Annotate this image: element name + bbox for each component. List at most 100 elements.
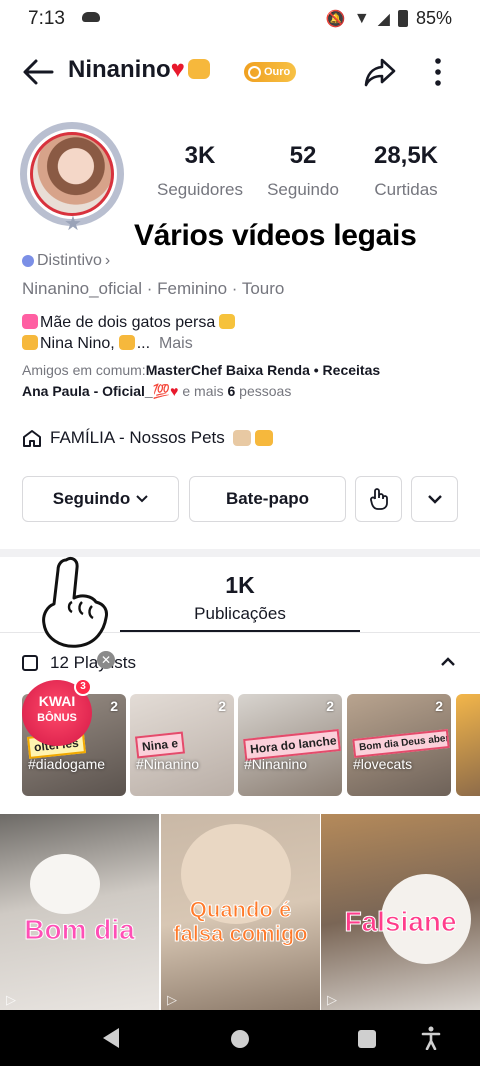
- poke-button[interactable]: [355, 476, 402, 522]
- playlist-sticker: Bom dia Deus abençoe: [352, 729, 450, 758]
- playlist-card[interactable]: 2 Bom dia Deus abençoe #lovecats: [347, 694, 451, 796]
- likes-count: 28,5K: [373, 142, 439, 169]
- distintivo-link[interactable]: Distintivo ›: [22, 252, 110, 270]
- signal-icon: ◢: [377, 10, 390, 28]
- video-thumbnail[interactable]: Quando é falsa comigo ▷: [161, 814, 320, 1010]
- followers-count: 3K: [184, 142, 216, 169]
- chevron-down-icon: [427, 495, 442, 504]
- playlists-count-label: 12 Playlists: [50, 653, 136, 672]
- mutual-friends-suffix-2: pessoas: [235, 383, 292, 399]
- cat-emoji-icon: [254, 430, 273, 446]
- kwai-bonus-badge[interactable]: KWAI BÔNUS 3: [22, 678, 92, 746]
- stat-likes[interactable]: 28,5K Curtidas: [360, 142, 452, 200]
- distintivo-label: Distintivo: [37, 252, 102, 269]
- following-button[interactable]: Seguindo: [22, 476, 179, 522]
- pointing-hand-icon: [42, 556, 108, 648]
- mute-icon: 🔕: [325, 10, 346, 28]
- following-count: 52: [289, 142, 317, 169]
- play-count-icon: ▷: [167, 992, 177, 1007]
- close-overlay-icon[interactable]: ✕: [97, 651, 115, 669]
- mutual-friends[interactable]: Amigos em comum:MasterChef Baixa Renda •…: [22, 360, 462, 402]
- bio-line-2: Nina Nino,: [40, 335, 115, 352]
- status-icons: 🔕 ▼ ◢ 85%: [326, 8, 452, 29]
- mutual-friends-prefix: Amigos em comum:: [22, 362, 146, 378]
- more-options-icon[interactable]: [420, 52, 456, 92]
- dog-emoji-icon: [232, 430, 251, 446]
- playlist-tag: #Ninanino: [244, 756, 308, 772]
- chat-button[interactable]: Bate-papo: [189, 476, 346, 522]
- cat-emoji-icon: [118, 335, 135, 350]
- suggestions-dropdown-button[interactable]: [411, 476, 458, 522]
- video-caption: Bom dia: [24, 914, 135, 946]
- profile-header: Ninanino♥ Ouro: [0, 44, 480, 100]
- battery-percent: 85%: [415, 8, 452, 28]
- group-house-icon: [23, 430, 41, 447]
- nav-recents-icon[interactable]: [358, 1030, 376, 1048]
- chat-button-label: Bate-papo: [225, 489, 310, 508]
- overlay-banner-text: Vários vídeos legais: [134, 219, 417, 252]
- video-thumbnail[interactable]: Falsiane ▷: [321, 814, 480, 1010]
- status-time: 7:13: [28, 8, 65, 29]
- cat-emoji-icon: [22, 335, 38, 350]
- chevron-up-icon[interactable]: [438, 652, 458, 672]
- avatar[interactable]: ★: [16, 118, 130, 235]
- play-count-icon: ▷: [6, 992, 16, 1007]
- mutual-friends-names-2: Ana Paula - Oficial_: [22, 383, 153, 399]
- bio-line-1: Mãe de dois gatos persa: [40, 314, 216, 331]
- battery-icon: [397, 10, 408, 27]
- bio-more-link[interactable]: Mais: [159, 335, 193, 352]
- profile-bio: Mãe de dois gatos persa Nina Nino,... Ma…: [22, 312, 237, 354]
- profile-username: Ninanino♥: [68, 56, 210, 84]
- chevron-down-icon: [136, 495, 148, 503]
- accessibility-icon[interactable]: [421, 1026, 441, 1050]
- following-label: Seguindo: [267, 180, 339, 199]
- back-arrow-icon[interactable]: [18, 52, 58, 92]
- nav-back-icon[interactable]: [103, 1028, 119, 1048]
- wifi-icon: ▼: [353, 9, 370, 27]
- cat-emoji-icon: [187, 59, 210, 79]
- mutual-friends-suffix: e mais: [178, 383, 228, 399]
- status-bar: 7:13 🔕 ▼ ◢ 85%: [0, 0, 480, 38]
- video-caption: Falsiane: [344, 906, 457, 938]
- nav-home-icon[interactable]: [231, 1030, 249, 1048]
- playlist-card[interactable]: 2 Hora do lanche #Ninanino: [238, 694, 342, 796]
- family-group-link[interactable]: FAMÍLIA - Nossos Pets: [22, 428, 275, 448]
- kwai-label: KWAI: [38, 693, 76, 709]
- playlist-video-count: 2: [110, 698, 118, 714]
- family-group-label: FAMÍLIA - Nossos Pets: [50, 428, 225, 447]
- poke-hand-icon: [369, 488, 388, 510]
- cloud-icon: [82, 12, 100, 22]
- playlist-tag: #lovecats: [353, 756, 413, 772]
- chevron-right-icon: ›: [104, 252, 111, 269]
- cat-image: [30, 854, 100, 914]
- share-icon[interactable]: [360, 52, 400, 92]
- video-thumbnail[interactable]: Bom dia ▷: [0, 814, 159, 1010]
- stat-followers[interactable]: 3K Seguidores: [150, 142, 250, 200]
- system-nav-bar: [0, 1010, 480, 1066]
- mutual-friends-names-1: MasterChef Baixa Renda • Receitas: [145, 362, 381, 378]
- distintivo-icon: [22, 255, 34, 267]
- playlist-video-count: 2: [435, 698, 443, 714]
- playlists-header[interactable]: 12 Playlists: [22, 650, 462, 676]
- playlist-video-count: 2: [218, 698, 226, 714]
- star-icon: ★: [64, 213, 82, 235]
- stat-following[interactable]: 52 Seguindo: [258, 142, 348, 200]
- hundred-emoji-icon: 💯: [152, 383, 171, 399]
- likes-label: Curtidas: [374, 180, 438, 199]
- avatar-image: [30, 132, 114, 216]
- playlist-card[interactable]: 2 Nina e #Ninanino: [130, 694, 234, 796]
- playlist-video-count: 2: [326, 698, 334, 714]
- hands-heart-emoji-icon: [219, 314, 236, 329]
- ouro-badge[interactable]: Ouro: [244, 62, 297, 82]
- following-button-label: Seguindo: [52, 489, 131, 508]
- profile-meta-line: Ninanino_oficial · Feminino · Touro: [22, 279, 285, 298]
- playlist-card-partial[interactable]: [456, 694, 480, 796]
- playlist-tag: #Ninanino: [136, 756, 200, 772]
- play-count-icon: ▷: [327, 992, 337, 1007]
- playlist-icon: [22, 655, 38, 671]
- heart-emoji-icon: ♥: [170, 56, 185, 83]
- hearts-emoji-icon: [22, 314, 38, 329]
- kwai-bonus-label: BÔNUS: [37, 712, 77, 724]
- followers-label: Seguidores: [156, 180, 243, 199]
- playlist-tag: #diadogame: [28, 756, 106, 772]
